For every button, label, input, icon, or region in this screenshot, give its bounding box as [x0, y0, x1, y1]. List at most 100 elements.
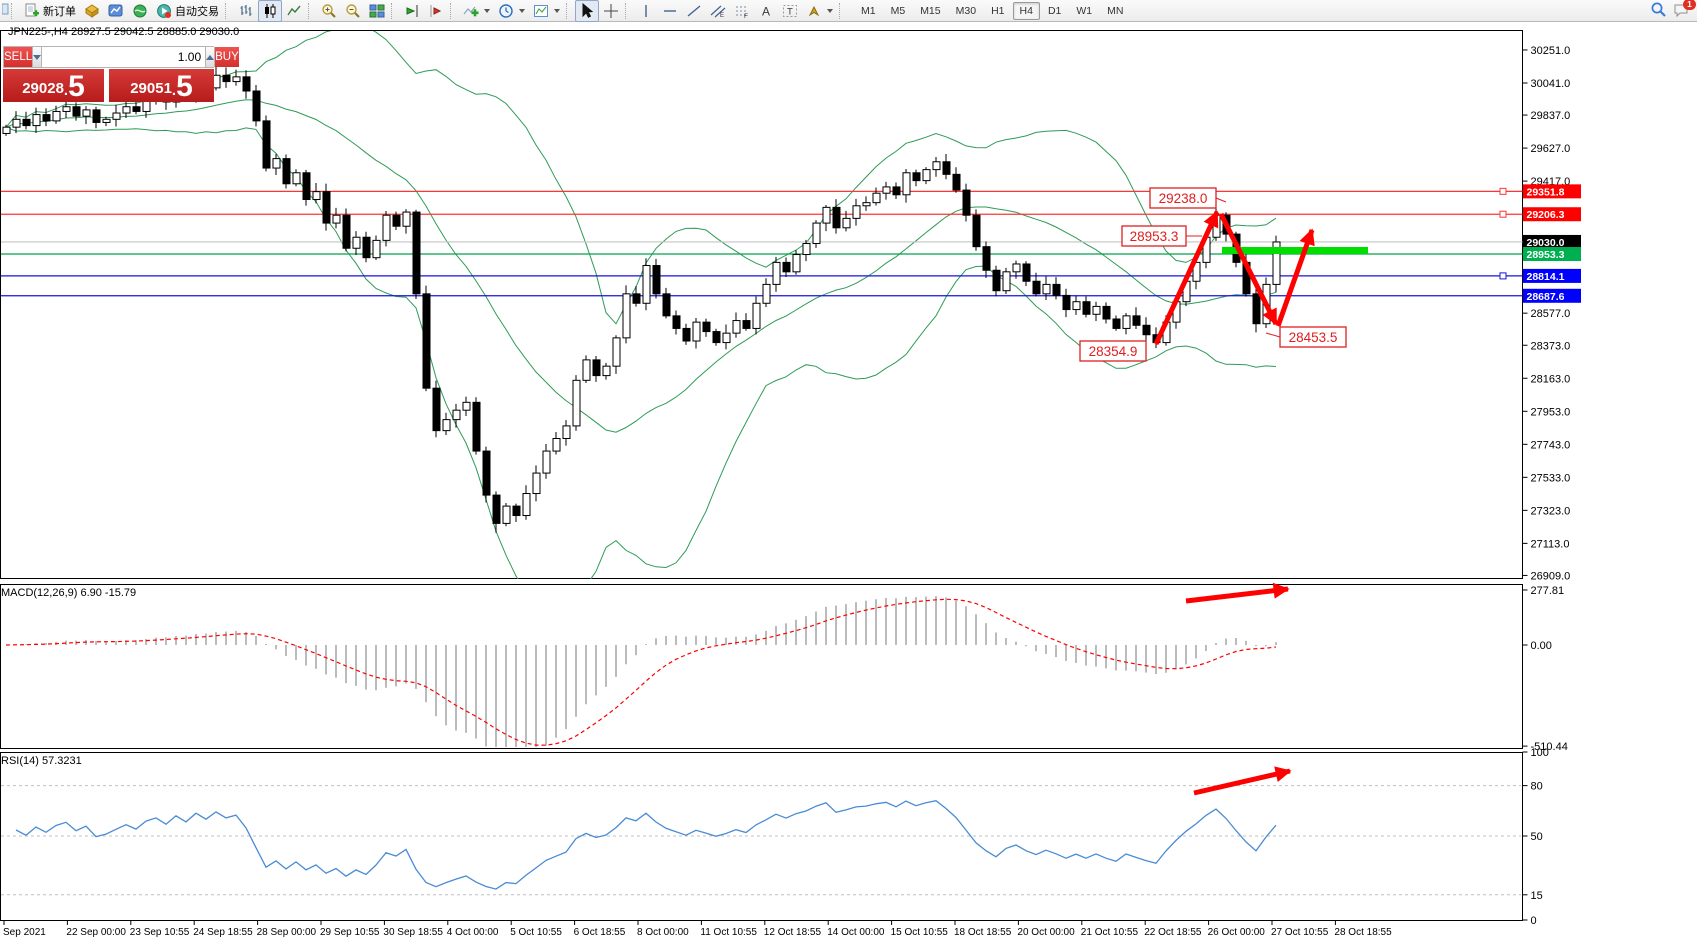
periods-button[interactable] [494, 0, 529, 22]
zoom-out-button[interactable] [341, 0, 365, 22]
search-button[interactable] [1650, 1, 1667, 21]
price-axis: 30251.030041.029837.029627.029417.028577… [1523, 45, 1571, 582]
vertical-line-tool-button[interactable] [634, 0, 658, 22]
crosshair-tool-button[interactable] [599, 0, 623, 22]
svg-text:30041.0: 30041.0 [1531, 78, 1571, 90]
toolbar-right-group: 1 [1650, 1, 1691, 21]
svg-text:18 Oct 18:55: 18 Oct 18:55 [954, 927, 1012, 938]
cursor-tool-button[interactable] [575, 0, 599, 22]
line-chart-button[interactable] [282, 0, 306, 22]
timeframe-MN[interactable]: MN [1100, 2, 1130, 20]
fibonacci-tool-button[interactable]: F [730, 0, 754, 22]
svg-text:28953.3: 28953.3 [1527, 249, 1565, 261]
timeframe-H1[interactable]: H1 [984, 2, 1011, 20]
toolbar-separator [450, 3, 455, 19]
timeframe-M5[interactable]: M5 [884, 2, 913, 20]
auto-scroll-icon [404, 3, 420, 19]
templates-button[interactable] [529, 0, 564, 22]
timeframe-bar: M1M5M15M30H1H4D1W1MN [854, 2, 1130, 20]
channel-tool-button[interactable]: E [706, 0, 730, 22]
svg-text:28577.0: 28577.0 [1531, 308, 1571, 320]
crosshair-icon [603, 3, 619, 19]
main-toolbar: 新订单 自动交 [0, 0, 1697, 22]
candlestick-chart-button[interactable] [258, 0, 282, 22]
package-button[interactable] [80, 0, 104, 22]
svg-text:100: 100 [1531, 747, 1549, 759]
svg-text:27743.0: 27743.0 [1531, 439, 1571, 451]
svg-text:27953.0: 27953.0 [1531, 406, 1571, 418]
svg-text:29206.3: 29206.3 [1527, 209, 1565, 221]
svg-text:29351.8: 29351.8 [1527, 186, 1565, 198]
svg-text:27533.0: 27533.0 [1531, 472, 1571, 484]
volume-decrease-button[interactable] [32, 47, 42, 67]
package-icon [84, 3, 100, 19]
line-chart-icon [286, 3, 302, 19]
text-label-tool-button[interactable]: T [778, 0, 802, 22]
timeframe-M1[interactable]: M1 [854, 2, 883, 20]
trendline-tool-button[interactable] [682, 0, 706, 22]
rsi-panel [1, 786, 1523, 895]
svg-text:29837.0: 29837.0 [1531, 110, 1571, 122]
triangle-up-icon [206, 55, 214, 60]
chart-window-button[interactable] [104, 0, 128, 22]
timeframe-M30[interactable]: M30 [949, 2, 983, 20]
globe-button[interactable] [128, 0, 152, 22]
zoom-in-icon [321, 3, 337, 19]
macd-panel [6, 596, 1276, 759]
text-icon: A [758, 3, 774, 19]
buy-button[interactable]: BUY [215, 47, 239, 67]
macd-axis: 277.810.00-510.44 [1523, 585, 1568, 753]
tile-windows-button[interactable] [365, 0, 389, 22]
new-order-icon [24, 3, 40, 19]
chart-ohlc-title: JPN225-,H4 28927.5 29042.5 28885.0 29030… [8, 26, 239, 38]
indicators-button[interactable] [459, 0, 494, 22]
fibonacci-icon: F [734, 3, 750, 19]
svg-text:29627.0: 29627.0 [1531, 143, 1571, 155]
timeframe-D1[interactable]: D1 [1041, 2, 1068, 20]
text-tool-button[interactable]: A [754, 0, 778, 22]
arrows-tool-button[interactable] [802, 0, 837, 22]
auto-scroll-button[interactable] [400, 0, 424, 22]
timeframe-W1[interactable]: W1 [1069, 2, 1099, 20]
indicators-icon [463, 3, 479, 19]
clipped-window-icon [2, 1, 9, 20]
new-order-button[interactable]: 新订单 [20, 0, 80, 22]
svg-text:28163.0: 28163.0 [1531, 373, 1571, 385]
buy-price-big: 5 [176, 73, 193, 101]
time-axis: Sep 202122 Sep 00:0023 Sep 10:5524 Sep 1… [3, 920, 1392, 938]
volume-increase-button[interactable] [205, 47, 215, 67]
chart-shift-button[interactable] [424, 0, 448, 22]
toolbar-separator [391, 3, 396, 19]
horizontal-line-tool-button[interactable] [658, 0, 682, 22]
svg-text:8 Oct 00:00: 8 Oct 00:00 [637, 927, 689, 938]
sell-price-display[interactable]: 29028.5 [3, 69, 104, 102]
bar-chart-button[interactable] [234, 0, 258, 22]
volume-input[interactable] [42, 47, 205, 67]
zoom-in-button[interactable] [317, 0, 341, 22]
macd-indicator-label: MACD(12,26,9) 6.90 -15.79 [1, 587, 136, 599]
search-icon [1650, 1, 1667, 18]
sell-price-big: 5 [68, 73, 85, 101]
svg-text:50: 50 [1531, 831, 1543, 843]
timeframe-M15[interactable]: M15 [913, 2, 947, 20]
auto-trading-icon [156, 3, 172, 19]
timeframe-H4[interactable]: H4 [1013, 2, 1040, 20]
notifications-button[interactable]: 1 [1673, 2, 1691, 21]
toolbar-separator [625, 3, 630, 19]
svg-text:22 Oct 18:55: 22 Oct 18:55 [1144, 927, 1202, 938]
sell-button[interactable]: SELL [4, 47, 32, 67]
svg-text:T: T [787, 6, 793, 17]
svg-text:28814.1: 28814.1 [1527, 271, 1565, 283]
svg-text:23 Sep 10:55: 23 Sep 10:55 [130, 927, 190, 938]
auto-trading-button[interactable]: 自动交易 [152, 0, 223, 22]
buy-price-display[interactable]: 29051.5 [109, 69, 214, 102]
triangle-down-icon [33, 55, 41, 60]
chart-window-icon [108, 3, 124, 19]
green-highlight-bar [1222, 247, 1368, 254]
mt4-window: 新订单 自动交 [0, 0, 1697, 940]
price-annotation-text: 29238.0 [1159, 191, 1208, 206]
toolbar-separator [308, 3, 313, 19]
trendline-icon [686, 3, 702, 19]
chart-canvas[interactable]: 30251.030041.029837.029627.029417.028577… [0, 0, 1697, 940]
svg-text:27323.0: 27323.0 [1531, 505, 1571, 517]
